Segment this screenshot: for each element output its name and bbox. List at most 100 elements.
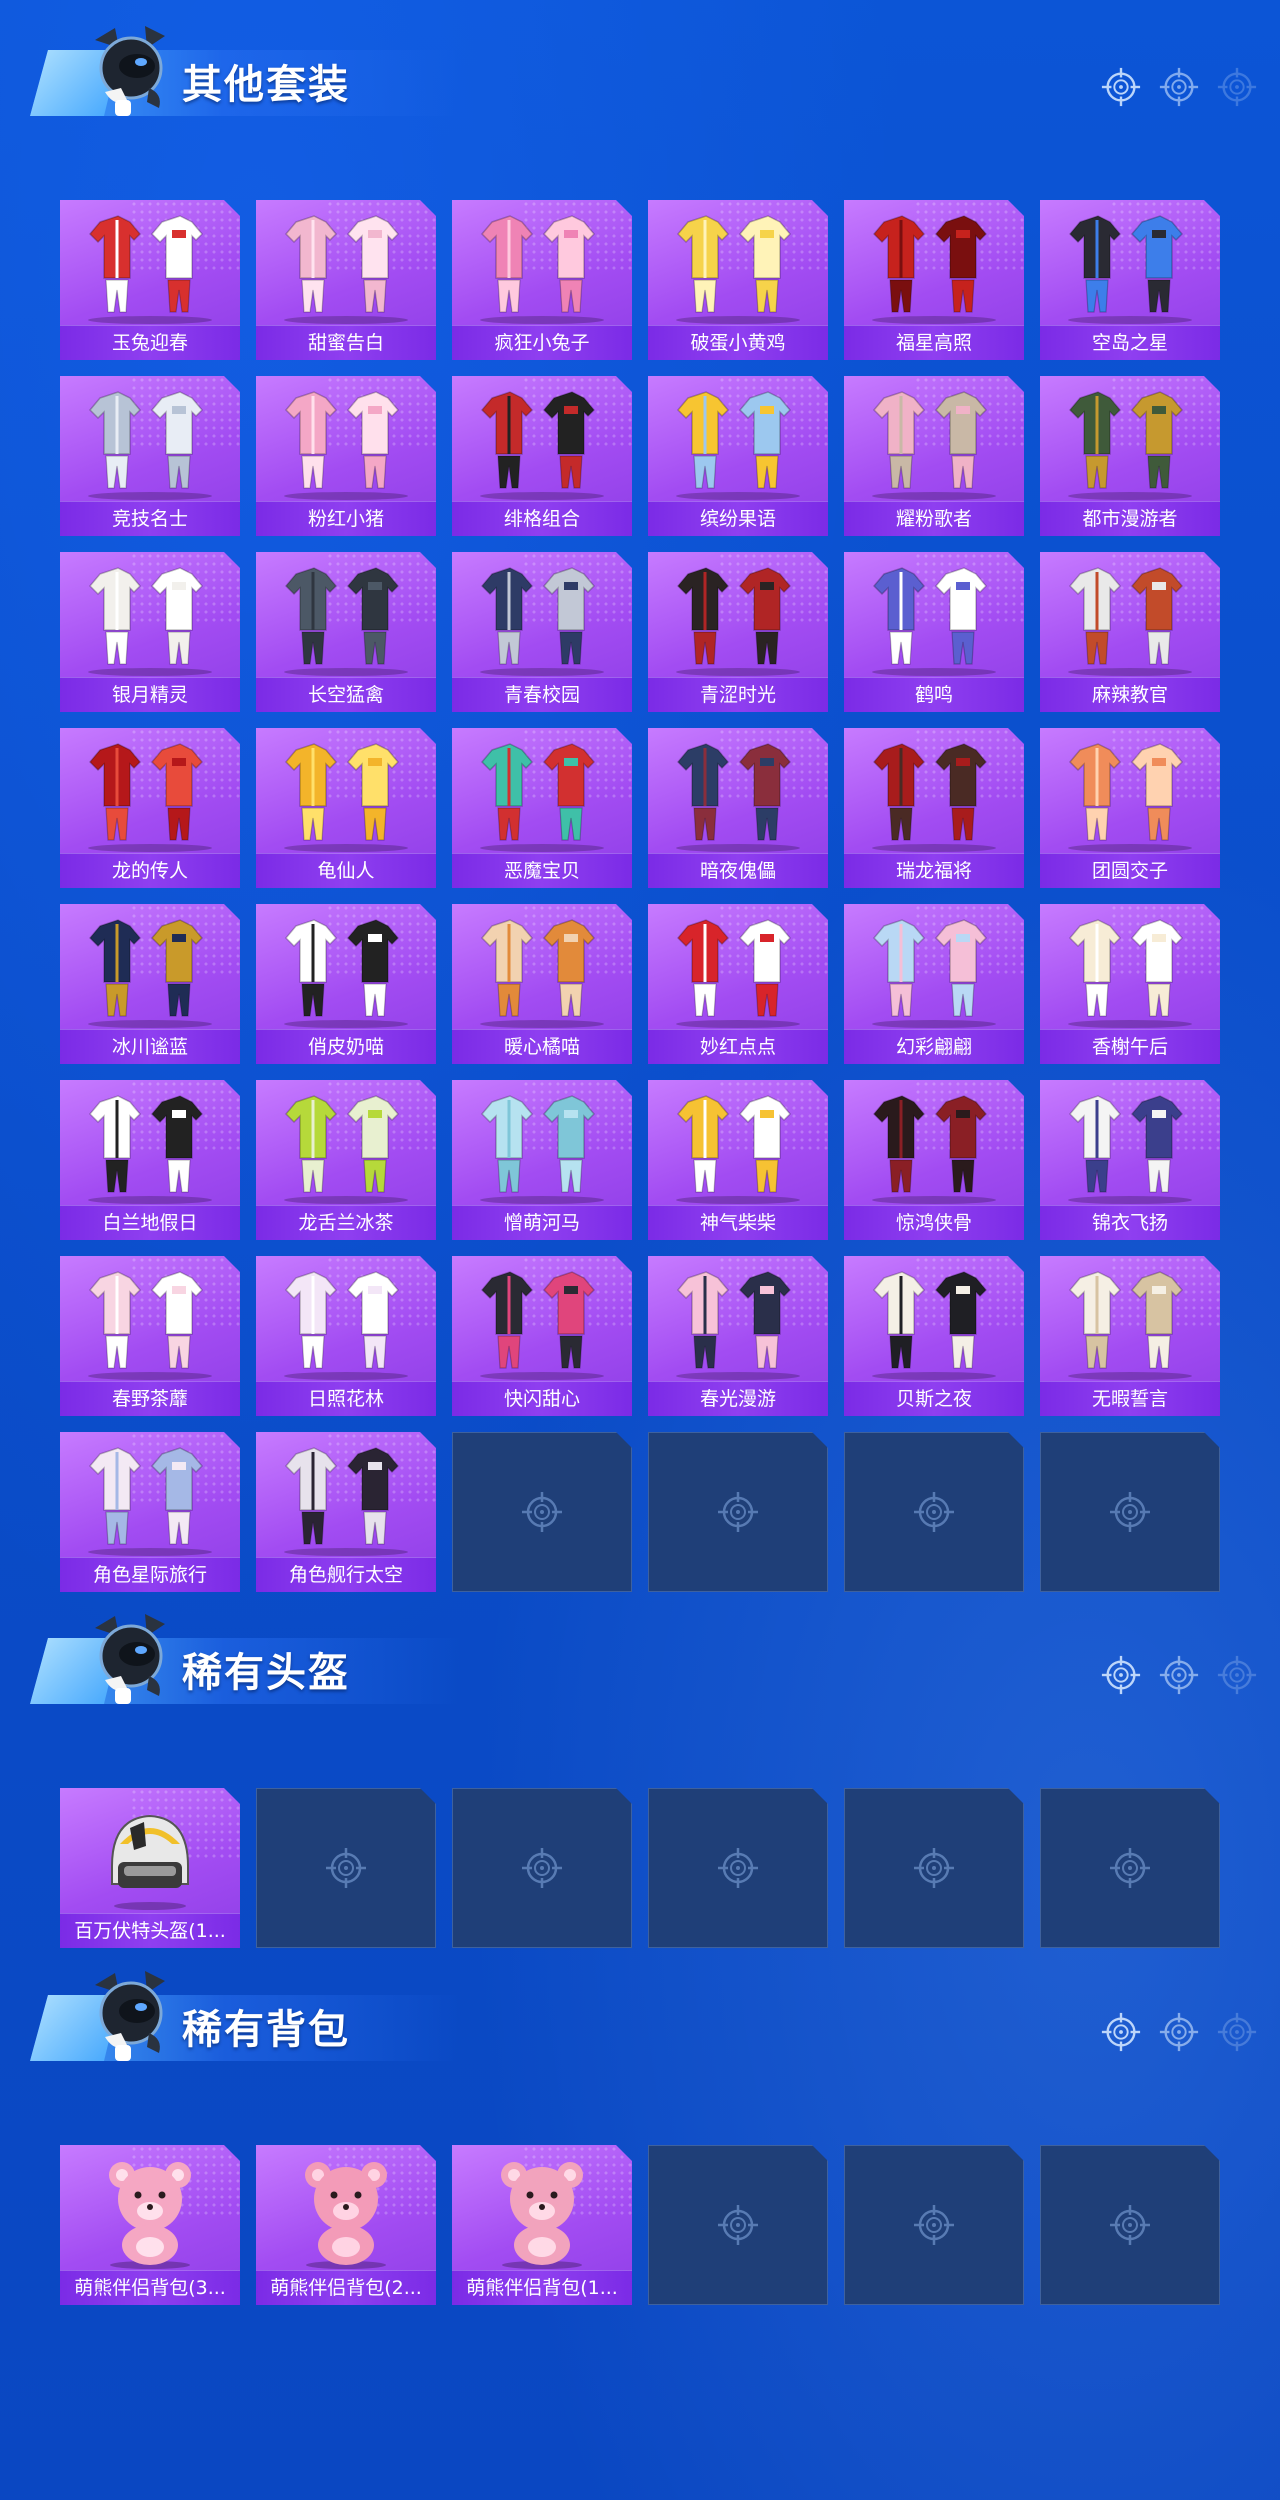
item-image	[60, 552, 240, 678]
item-card[interactable]: 鹤鸣	[844, 552, 1024, 712]
crosshair-icon	[520, 1490, 564, 1534]
item-label: 萌熊伴侣背包(3...	[60, 2270, 240, 2305]
item-card[interactable]: 香榭午后	[1040, 904, 1220, 1064]
item-image	[60, 376, 240, 502]
empty-slot	[1040, 1432, 1220, 1592]
item-card[interactable]: 锦衣飞扬	[1040, 1080, 1220, 1240]
item-label: 春光漫游	[648, 1381, 828, 1416]
item-image	[648, 728, 828, 854]
mascot-icon	[85, 1610, 177, 1710]
item-label: 福星高照	[844, 325, 1024, 360]
empty-slot	[844, 2145, 1024, 2305]
item-label: 百万伏特头盔(1...	[60, 1913, 240, 1948]
crosshair-icon	[912, 2203, 956, 2247]
crosshair-icon	[716, 1846, 760, 1890]
item-card[interactable]: 青涩时光	[648, 552, 828, 712]
item-card[interactable]: 疯狂小兔子	[452, 200, 632, 360]
item-image	[648, 200, 828, 326]
item-card[interactable]: 空岛之星	[1040, 200, 1220, 360]
item-label: 憎萌河马	[452, 1205, 632, 1240]
item-image	[60, 1788, 240, 1914]
item-card[interactable]: 萌熊伴侣背包(3...	[60, 2145, 240, 2305]
item-image	[452, 376, 632, 502]
item-card[interactable]: 恶魔宝贝	[452, 728, 632, 888]
item-card[interactable]: 龙的传人	[60, 728, 240, 888]
item-card[interactable]: 春野茶蘼	[60, 1256, 240, 1416]
item-card[interactable]: 竞技名士	[60, 376, 240, 536]
item-card[interactable]: 惊鸿侠骨	[844, 1080, 1024, 1240]
item-card[interactable]: 粉红小猪	[256, 376, 436, 536]
item-card[interactable]: 萌熊伴侣背包(2...	[256, 2145, 436, 2305]
crosshair-icon	[1108, 2203, 1152, 2247]
item-image	[60, 200, 240, 326]
item-card[interactable]: 缤纷果语	[648, 376, 828, 536]
item-label: 龟仙人	[256, 853, 436, 888]
section-header: 稀有头盔	[30, 1596, 1260, 1706]
item-card[interactable]: 幻彩翩翩	[844, 904, 1024, 1064]
item-card[interactable]: 日照花林	[256, 1256, 436, 1416]
item-label: 玉兔迎春	[60, 325, 240, 360]
item-card[interactable]: 福星高照	[844, 200, 1024, 360]
empty-slot	[648, 1788, 828, 1948]
item-card[interactable]: 团圆交子	[1040, 728, 1220, 888]
item-label: 萌熊伴侣背包(1...	[452, 2270, 632, 2305]
item-card[interactable]: 贝斯之夜	[844, 1256, 1024, 1416]
section-title: 其他套装	[182, 62, 350, 108]
item-card[interactable]: 无暇誓言	[1040, 1256, 1220, 1416]
crosshair-icon	[1108, 1490, 1152, 1534]
item-label: 都市漫游者	[1040, 501, 1220, 536]
item-card[interactable]: 银月精灵	[60, 552, 240, 712]
item-card[interactable]: 妙红点点	[648, 904, 828, 1064]
item-label: 幻彩翩翩	[844, 1029, 1024, 1064]
item-image	[648, 1080, 828, 1206]
empty-slot	[1040, 1788, 1220, 1948]
item-label: 龙舌兰冰茶	[256, 1205, 436, 1240]
item-label: 香榭午后	[1040, 1029, 1220, 1064]
item-label: 无暇誓言	[1040, 1381, 1220, 1416]
section-header: 稀有背包	[30, 1953, 1260, 2063]
item-card[interactable]: 憎萌河马	[452, 1080, 632, 1240]
item-card[interactable]: 青春校园	[452, 552, 632, 712]
item-card[interactable]: 玉兔迎春	[60, 200, 240, 360]
item-image	[60, 2145, 240, 2271]
item-card[interactable]: 快闪甜心	[452, 1256, 632, 1416]
item-image	[1040, 1256, 1220, 1382]
item-image	[256, 376, 436, 502]
item-card[interactable]: 俏皮奶喵	[256, 904, 436, 1064]
item-card[interactable]: 都市漫游者	[1040, 376, 1220, 536]
item-label: 角色舰行太空	[256, 1557, 436, 1592]
item-card[interactable]: 冰川谧蓝	[60, 904, 240, 1064]
item-image	[60, 904, 240, 1030]
item-card[interactable]: 龟仙人	[256, 728, 436, 888]
item-card[interactable]: 暗夜傀儡	[648, 728, 828, 888]
item-card[interactable]: 神气柴柴	[648, 1080, 828, 1240]
item-image	[1040, 200, 1220, 326]
item-label: 甜蜜告白	[256, 325, 436, 360]
item-card[interactable]: 耀粉歌者	[844, 376, 1024, 536]
item-card[interactable]: 百万伏特头盔(1...	[60, 1788, 240, 1948]
item-card[interactable]: 角色星际旅行	[60, 1432, 240, 1592]
item-image	[256, 728, 436, 854]
item-card[interactable]: 暖心橘喵	[452, 904, 632, 1064]
item-card[interactable]: 白兰地假日	[60, 1080, 240, 1240]
crosshair-icon	[1158, 66, 1200, 108]
item-card[interactable]: 甜蜜告白	[256, 200, 436, 360]
item-card[interactable]: 萌熊伴侣背包(1...	[452, 2145, 632, 2305]
empty-slot	[1040, 2145, 1220, 2305]
empty-slot	[844, 1788, 1024, 1948]
item-card[interactable]: 春光漫游	[648, 1256, 828, 1416]
item-label: 破蛋小黄鸡	[648, 325, 828, 360]
item-card[interactable]: 麻辣教官	[1040, 552, 1220, 712]
item-image	[648, 376, 828, 502]
item-image	[60, 1080, 240, 1206]
item-image	[256, 1080, 436, 1206]
item-label: 冰川谧蓝	[60, 1029, 240, 1064]
item-card[interactable]: 龙舌兰冰茶	[256, 1080, 436, 1240]
item-image	[452, 200, 632, 326]
item-image	[256, 1256, 436, 1382]
item-card[interactable]: 长空猛禽	[256, 552, 436, 712]
item-card[interactable]: 绯格组合	[452, 376, 632, 536]
item-card[interactable]: 角色舰行太空	[256, 1432, 436, 1592]
item-card[interactable]: 破蛋小黄鸡	[648, 200, 828, 360]
item-card[interactable]: 瑞龙福将	[844, 728, 1024, 888]
